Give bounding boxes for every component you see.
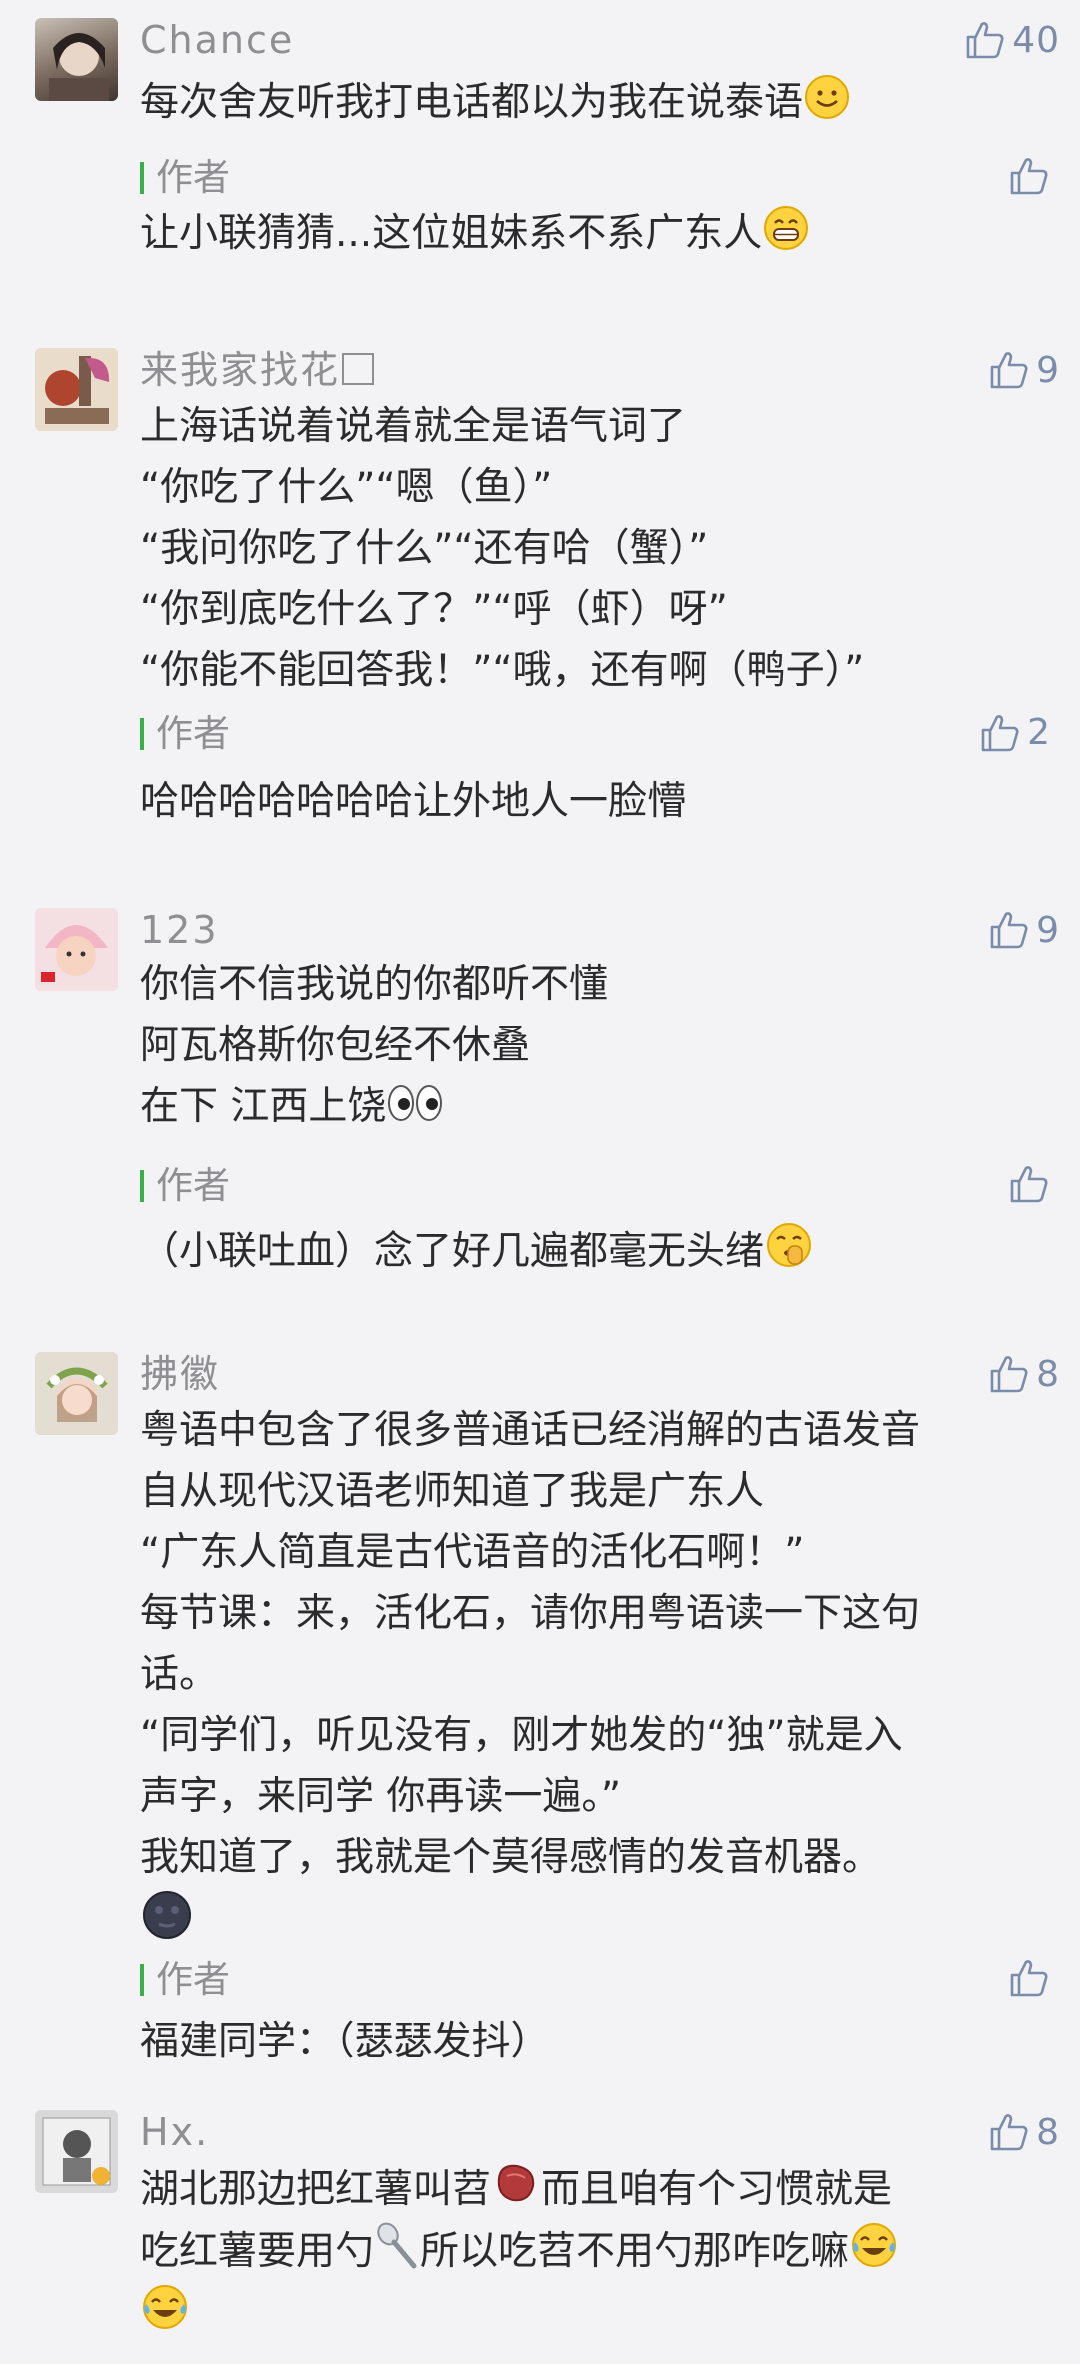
comment-list: Chance 40 每次舍友听我打电话都以为我在说泰语 作者 让小联猜猜...这…	[0, 0, 1080, 2364]
avatar[interactable]	[35, 18, 118, 101]
comment-nickname[interactable]: 拂徽	[140, 1352, 220, 1396]
comment-line: “我问你吃了什么”“还有哈（蟹）”	[140, 526, 709, 571]
author-reply-text: 福建同学：（瑟瑟发抖）	[140, 2019, 550, 2064]
comment-line: 阿瓦格斯你包经不休叠	[140, 1023, 531, 1068]
comment-line: “同学们，听见没有，刚才她发的“独”就是入	[140, 1713, 903, 1758]
comment-nickname[interactable]: Chance	[140, 18, 294, 62]
comment-line: 声字，来同学 你再读一遍。”	[140, 1774, 622, 1819]
comment-text: 你信不信我说的你都听不懂 阿瓦格斯你包经不休叠 在下 江西上饶	[140, 954, 608, 1137]
comment-line: “你吃了什么”“嗯（鱼）”	[140, 465, 553, 510]
like-button[interactable]: 9	[988, 908, 1060, 952]
comment-line-text: 所以吃苕不用勺那咋吃嘛	[420, 2229, 850, 2274]
comment-line: 你信不信我说的你都听不懂	[140, 962, 609, 1007]
comment-nickname[interactable]: 来我家找花	[140, 348, 375, 392]
like-button[interactable]: 8	[988, 1352, 1060, 1396]
comment-line: “你到底吃什么了？”“呼（虾）呀”	[140, 587, 728, 632]
comment-line: 在下 江西上饶	[140, 1076, 608, 1137]
comment-text: 湖北那边把红薯叫苕 而且咱有个习惯就是 吃红薯要用勺 所以吃苕不用勺那咋吃嘛	[140, 2158, 899, 2344]
avatar[interactable]	[35, 1352, 118, 1435]
comment-line-text: 吃红薯要用勺	[140, 2229, 375, 2274]
comment-line: “广东人简直是古代语音的活化石啊！”	[140, 1530, 805, 1575]
author-label: 作者	[156, 156, 230, 199]
grin-emoji-icon	[762, 204, 810, 252]
thumbs-up-icon	[990, 912, 1028, 949]
author-label: 作者	[156, 1958, 230, 2001]
thumbs-up-icon	[966, 22, 1004, 59]
author-reply-header: 作者	[140, 154, 1050, 202]
author-indicator-bar	[140, 162, 144, 194]
thumbs-up-icon	[1010, 1166, 1048, 1203]
comment-line: 每次舍友听我打电话都以为我在说泰语	[140, 80, 804, 125]
thumbs-up-icon	[1010, 158, 1048, 195]
box-glyph-icon	[342, 353, 375, 385]
nickname-text: 来我家找花	[140, 348, 341, 392]
comment-line: 吃红薯要用勺 所以吃苕不用勺那咋吃嘛	[140, 2220, 899, 2282]
comment-line: 上海话说着说着就全是语气词了	[140, 404, 687, 449]
comment-line: “你能不能回答我！”“哦，还有啊（鸭子）”	[140, 648, 865, 693]
comment-nickname[interactable]: Hx.	[140, 2110, 209, 2154]
like-button[interactable]: 40	[964, 18, 1060, 62]
thumbs-up-icon	[990, 352, 1028, 389]
eyes-emoji-icon	[386, 1081, 444, 1125]
like-count: 8	[1036, 2111, 1060, 2153]
author-reply-text: 哈哈哈哈哈哈哈让外地人一脸懵	[140, 779, 687, 824]
comment-line-text: 在下 江西上饶	[140, 1084, 387, 1129]
comment-line: 粤语中包含了很多普通话已经消解的古语发音	[140, 1408, 921, 1453]
author-like-button[interactable]	[1008, 1164, 1050, 1204]
like-count: 40	[1012, 19, 1060, 61]
spoon-emoji-icon	[374, 2220, 420, 2270]
comment-line	[140, 1888, 920, 1954]
like-button[interactable]: 9	[988, 348, 1060, 392]
comment-line: 自从现代汉语老师知道了我是广东人	[140, 1469, 765, 1514]
author-label: 作者	[156, 712, 230, 755]
comment-line: 我知道了，我就是个莫得感情的发音机器。	[140, 1835, 882, 1880]
author-reply-header: 作者	[140, 1162, 1050, 1210]
comment-text: 每次舍友听我打电话都以为我在说泰语	[140, 72, 851, 133]
smile-emoji-icon	[803, 73, 851, 121]
thumbs-up-icon	[1010, 1960, 1048, 1997]
author-like-button[interactable]: 2	[979, 712, 1050, 753]
comment-line: 湖北那边把红薯叫苕 而且咱有个习惯就是	[140, 2158, 899, 2220]
reply-line: 让小联猜猜...这位姐妹系不系广东人	[140, 211, 763, 256]
comment-line-text: 而且咱有个习惯就是	[541, 2167, 893, 2212]
thumbs-up-icon	[990, 2114, 1028, 2151]
thumbs-up-icon	[981, 714, 1019, 751]
author-reply-header: 作者 2	[140, 710, 1050, 758]
avatar[interactable]	[35, 2110, 118, 2193]
thumbs-up-icon	[990, 1356, 1028, 1393]
like-count: 8	[1036, 1353, 1060, 1395]
author-indicator-bar	[140, 1170, 144, 1202]
sweet-potato-emoji-icon	[491, 2158, 541, 2208]
avatar[interactable]	[35, 908, 118, 991]
comment-nickname[interactable]: 123	[140, 908, 219, 952]
author-indicator-bar	[140, 718, 144, 750]
comment-line: 话。	[140, 1652, 219, 1697]
author-like-button[interactable]	[1008, 1958, 1050, 1998]
comment-text: 上海话说着说着就全是语气词了 “你吃了什么”“嗯（鱼）” “我问你吃了什么”“还…	[140, 396, 864, 701]
shushing-face-emoji-icon	[764, 1220, 814, 1270]
author-reply-text: （小联吐血）念了好几遍都毫无头绪	[140, 1220, 814, 1282]
like-button[interactable]: 8	[988, 2110, 1060, 2154]
reply-line: （小联吐血）念了好几遍都毫无头绪	[140, 1229, 765, 1274]
author-like-button[interactable]	[1008, 156, 1050, 196]
author-indicator-bar	[140, 1964, 144, 1996]
like-count: 9	[1036, 349, 1060, 391]
comment-line: 每节课：来，活化石，请你用粤语读一下这句	[140, 1591, 921, 1636]
comment-line-text: 湖北那边把红薯叫苕	[140, 2167, 492, 2212]
tears-of-joy-emoji-icon	[140, 2282, 190, 2332]
author-reply-header: 作者	[140, 1956, 1050, 2004]
avatar[interactable]	[35, 348, 118, 431]
author-reply-text: 让小联猜猜...这位姐妹系不系广东人	[140, 204, 810, 264]
like-count: 9	[1036, 909, 1060, 951]
new-moon-face-emoji-icon	[140, 1888, 194, 1942]
like-count: 2	[1027, 712, 1050, 753]
comment-text: 粤语中包含了很多普通话已经消解的古语发音 自从现代汉语老师知道了我是广东人 “广…	[140, 1400, 920, 1954]
tears-of-joy-emoji-icon	[849, 2220, 899, 2270]
comment-line	[140, 2282, 899, 2344]
author-label: 作者	[156, 1164, 230, 1207]
